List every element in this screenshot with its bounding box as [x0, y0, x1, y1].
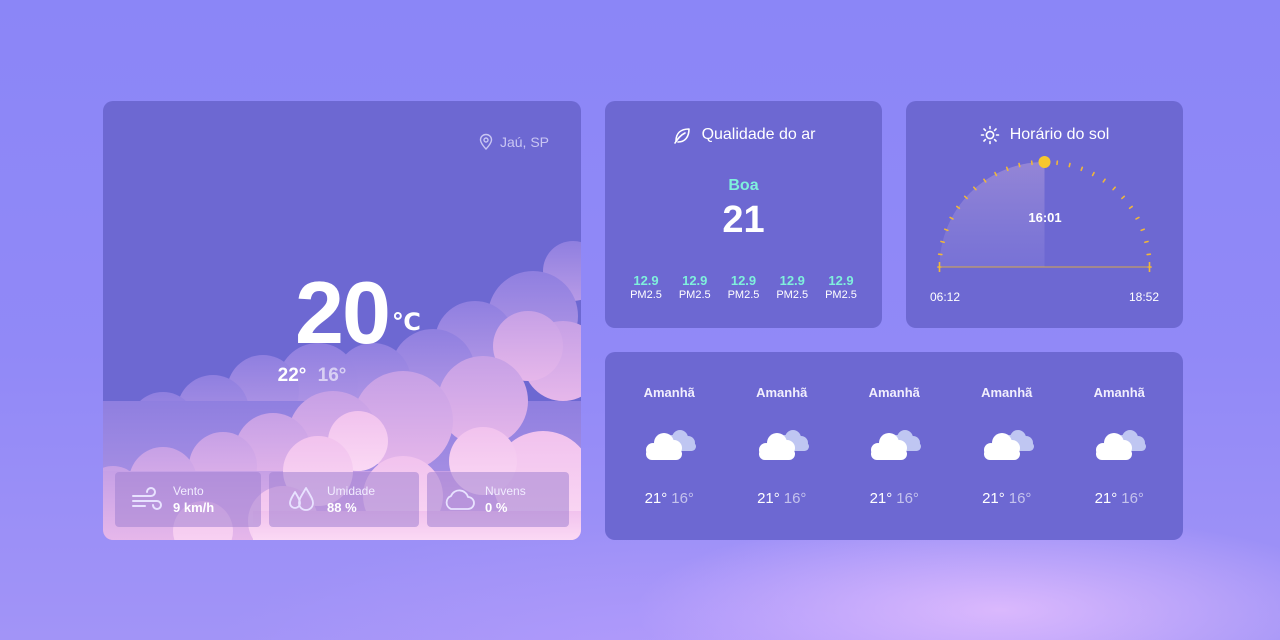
temperature-range: 22° 16°	[103, 365, 521, 387]
wind-icon	[132, 486, 162, 510]
forecast-day-name: Amanhã	[756, 385, 808, 400]
pollutant-list: 12.9 PM2.5 12.9 PM2.5 12.9 PM2.5 12.9 PM…	[624, 273, 863, 301]
forecast-low: 16°	[1121, 490, 1144, 507]
pollutant-value: 12.9	[682, 273, 708, 288]
current-temperature: 20 ℃	[295, 269, 421, 357]
forecast-low: 16°	[1008, 490, 1032, 507]
pollutant-value: 12.9	[730, 273, 757, 288]
arc-dot	[1140, 228, 1145, 232]
arc-dot	[1018, 162, 1021, 168]
forecast-day-name: Amanhã	[981, 385, 1033, 400]
arc-dot	[1121, 195, 1126, 200]
arc-dot	[1135, 216, 1140, 220]
wind-label: Vento	[173, 484, 204, 498]
forecast-day[interactable]: Amanhã 21° 16°	[613, 352, 726, 540]
air-quality-title-text: Qualidade do ar	[701, 126, 816, 143]
sunset-time: 18:52	[1128, 290, 1159, 304]
pollutant-name: PM2.5	[825, 289, 857, 301]
arc-dot	[944, 228, 949, 232]
arc-dot	[940, 240, 945, 244]
pollutant-item: 12.9 PM2.5	[673, 273, 717, 301]
pollutant-value: 12.9	[633, 273, 659, 288]
forecast-low: 16°	[896, 490, 919, 507]
forecast-card: Amanhã 21° 16° Amanhã 21° 16° Amanhã 21° 16…	[605, 352, 1183, 540]
wind-stat: Vento 9 km/h	[115, 472, 261, 527]
forecast-high: 21°	[644, 490, 668, 507]
arc-dot	[1128, 205, 1134, 210]
pollutant-item: 12.9 PM2.5	[770, 273, 814, 301]
partly-cloudy-icon	[978, 424, 1038, 464]
pollutant-name: PM2.5	[630, 289, 662, 301]
partly-cloudy-icon	[640, 424, 700, 464]
arc-dot	[1091, 171, 1095, 177]
forecast-low: 16°	[783, 490, 807, 507]
clouds-label: Nuvens	[485, 484, 526, 498]
forecast-list: Amanhã 21° 16° Amanhã 21° 16° Amanhã 21° 16…	[605, 352, 1183, 540]
pollutant-item: 12.9 PM2.5	[722, 273, 766, 301]
sun-times-card: Horário do sol 16:01 06:12 18:52	[906, 101, 1183, 328]
air-quality-index: 21	[722, 199, 765, 241]
pollutant-item: 12.9 PM2.5	[624, 273, 668, 301]
air-quality-card: Qualidade do ar Boa 21 12.9 PM2.5 12.9 P…	[605, 101, 882, 328]
location-pin-icon	[479, 133, 493, 150]
forecast-high: 21°	[869, 490, 893, 507]
partly-cloudy-icon	[1090, 424, 1150, 464]
current-time: 16:01	[1028, 210, 1062, 225]
pollutant-name: PM2.5	[678, 289, 711, 301]
pollutant-item: 12.9 PM2.5	[819, 273, 863, 301]
humidity-stat: Umidade 88 %	[269, 472, 419, 527]
temperature-unit: ℃	[391, 309, 421, 336]
forecast-low: 16°	[671, 490, 694, 507]
location-name: Jaú, SP	[499, 134, 549, 150]
forecast-day[interactable]: Amanhã 21° 16°	[726, 352, 839, 540]
forecast-day-name: Amanhã	[1093, 385, 1145, 400]
leaf-icon	[673, 128, 690, 144]
clouds-stat: Nuvens 0 %	[427, 472, 569, 527]
forecast-day-name: Amanhã	[643, 385, 695, 400]
air-quality-label: Boa	[728, 177, 759, 194]
arc-dot	[1102, 178, 1106, 183]
forecast-temps: 21° 16°	[951, 490, 1064, 507]
location[interactable]: Jaú, SP	[478, 133, 549, 151]
forecast-high: 21°	[757, 490, 780, 507]
partly-cloudy-icon	[753, 424, 813, 464]
clouds-value: 0 %	[485, 500, 508, 515]
forecast-high: 21°	[982, 490, 1005, 507]
forecast-temps: 21° 16°	[613, 490, 726, 507]
cloud-icon	[445, 489, 475, 510]
pollutant-name: PM2.5	[776, 289, 809, 301]
forecast-day-name: Amanhã	[868, 385, 920, 400]
current-weather-card: Jaú, SP 20 ℃ 22° 16° Vento 9 km/h Umidad…	[103, 101, 581, 540]
forecast-high: 21°	[1094, 490, 1118, 507]
sunrise-time: 06:12	[930, 290, 961, 304]
forecast-day[interactable]: Amanhã 21° 16°	[1063, 352, 1176, 540]
arc-dot	[1112, 186, 1116, 191]
arc-dot	[1068, 162, 1071, 168]
pollutant-value: 12.9	[779, 273, 805, 288]
temperature-low: 16°	[317, 365, 347, 386]
temperature-value: 20	[295, 263, 391, 362]
forecast-day[interactable]: Amanhã 21° 16°	[838, 352, 951, 540]
arc-dot	[1005, 166, 1009, 172]
forecast-temps: 21° 16°	[838, 490, 951, 507]
forecast-day[interactable]: Amanhã 21° 16°	[951, 352, 1064, 540]
sun-position-marker	[1038, 156, 1051, 168]
forecast-temps: 21° 16°	[726, 490, 839, 507]
arc-dot	[1144, 240, 1149, 244]
forecast-temps: 21° 16°	[1063, 490, 1176, 507]
arc-dot	[1080, 166, 1084, 172]
temperature-high: 22°	[277, 365, 307, 386]
humidity-value: 88 %	[327, 500, 357, 515]
partly-cloudy-icon	[865, 424, 925, 464]
wind-value: 9 km/h	[173, 500, 215, 515]
pollutant-value: 12.9	[828, 273, 854, 288]
humidity-label: Umidade	[327, 484, 376, 498]
air-quality-title: Qualidade do ar	[605, 125, 882, 145]
droplets-icon	[289, 486, 314, 511]
pollutant-name: PM2.5	[727, 289, 760, 301]
